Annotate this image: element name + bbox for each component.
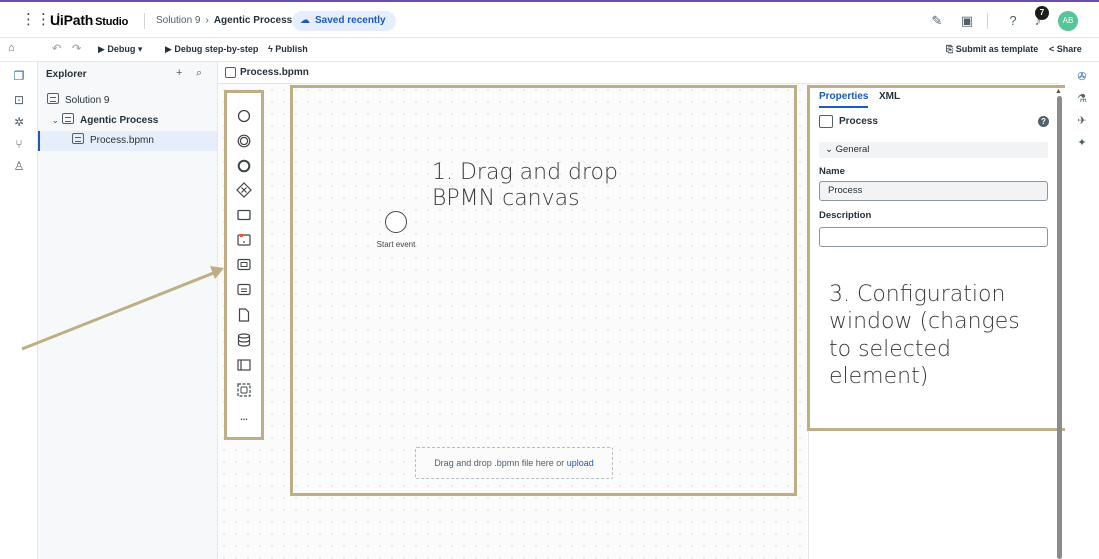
palette-pointer-arrow: [21, 266, 224, 351]
